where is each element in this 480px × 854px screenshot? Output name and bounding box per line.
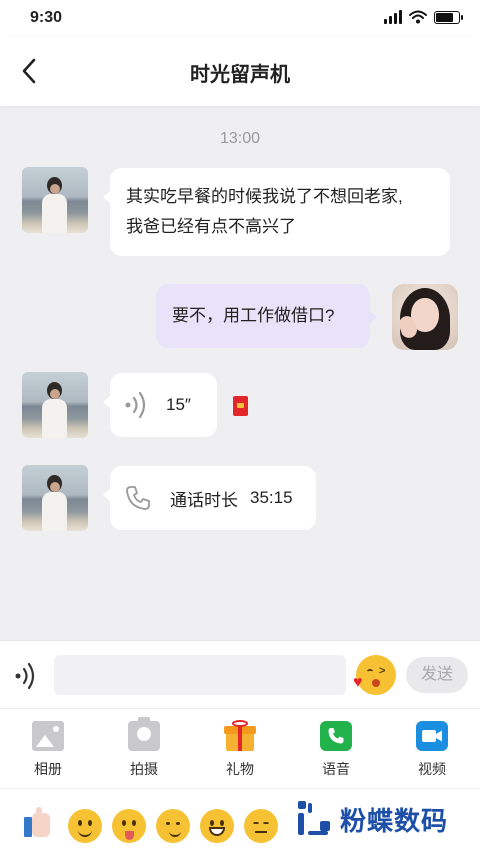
input-bar: > ♥ 发送 xyxy=(0,640,480,709)
chat-timestamp: 13:00 xyxy=(219,130,261,147)
contact-avatar[interactable] xyxy=(22,465,88,531)
emoji-panel: 粉蝶数码 xyxy=(0,788,480,854)
voice-call-button[interactable]: 语音 xyxy=(296,721,376,779)
voice-input-toggle[interactable] xyxy=(12,661,42,691)
phone-icon xyxy=(126,486,150,510)
send-button[interactable]: 发送 xyxy=(406,657,468,693)
thumbs-up-icon[interactable] xyxy=(22,807,52,837)
signal-icon xyxy=(384,10,402,24)
message-text-line: 其实吃早餐的时候我说了不想回老家, xyxy=(126,187,403,206)
video-call-button[interactable]: 视频 xyxy=(392,721,472,779)
voice-wave-icon xyxy=(15,662,35,690)
contact-avatar[interactable] xyxy=(22,167,88,233)
image-icon xyxy=(32,721,64,751)
smile-emoji-icon[interactable] xyxy=(68,809,102,843)
watermark-logo-icon xyxy=(294,799,334,839)
watermark-text: 粉蝶数码 xyxy=(340,805,449,836)
wifi-icon xyxy=(409,10,427,24)
voice-call-label: 语音 xyxy=(322,761,350,777)
tongue-emoji-icon[interactable] xyxy=(112,809,146,843)
voice-wave-icon xyxy=(125,391,146,419)
gift-icon xyxy=(224,720,256,751)
video-camera-icon xyxy=(416,721,448,751)
call-duration-value: 35:15 xyxy=(250,488,293,507)
emoji-button[interactable]: > ♥ xyxy=(353,655,396,695)
own-avatar[interactable] xyxy=(392,284,458,350)
video-call-label: 视频 xyxy=(418,761,446,777)
smirk-emoji-icon[interactable] xyxy=(156,809,190,843)
status-bar: 9:30 xyxy=(0,0,480,36)
message-input[interactable] xyxy=(54,655,346,695)
album-label: 相册 xyxy=(34,761,62,777)
outgoing-text-message[interactable]: 要不，用工作做借口? xyxy=(156,284,377,348)
camera-icon xyxy=(128,717,160,751)
call-duration-label: 通话时长 xyxy=(170,490,238,510)
voice-duration: 15″ xyxy=(166,395,191,414)
page-title: 时光留声机 xyxy=(190,64,290,86)
red-packet-icon[interactable] xyxy=(233,396,248,416)
voice-message[interactable]: 15″ xyxy=(103,373,217,437)
battery-icon xyxy=(434,10,463,24)
call-record-message[interactable]: 通话时长 35:15 xyxy=(103,466,316,530)
function-toolbar: 相册 拍摄 礼物 语音 视频 xyxy=(0,708,480,789)
message-text-line: 我爸已经有点不高兴了 xyxy=(126,217,296,236)
phone-call-icon xyxy=(320,721,352,751)
status-time: 9:30 xyxy=(30,9,63,26)
gift-button[interactable]: 礼物 xyxy=(200,720,280,779)
incoming-text-message[interactable]: 其实吃早餐的时候我说了不想回老家, 我爸已经有点不高兴了 xyxy=(103,168,450,256)
gift-label: 礼物 xyxy=(226,761,254,777)
album-button[interactable]: 相册 xyxy=(8,721,88,779)
camera-button[interactable]: 拍摄 xyxy=(104,717,184,779)
contact-avatar[interactable] xyxy=(22,372,88,438)
unamused-emoji-icon[interactable] xyxy=(244,809,278,843)
message-text: 要不，用工作做借口? xyxy=(172,306,335,325)
nav-bar: 时光留声机 xyxy=(0,36,480,106)
watermark: 粉蝶数码 xyxy=(294,799,448,839)
camera-label: 拍摄 xyxy=(130,761,158,777)
grin-emoji-icon[interactable] xyxy=(200,809,234,843)
status-icons xyxy=(384,10,463,24)
